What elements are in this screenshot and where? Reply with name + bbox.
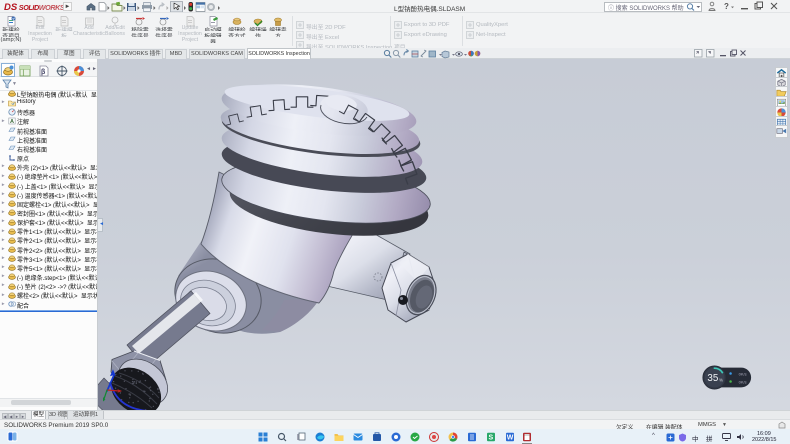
- svg-text:?: ?: [724, 2, 729, 11]
- svg-text:%: %: [719, 378, 723, 383]
- svg-text:A: A: [10, 119, 14, 125]
- svg-text:W: W: [507, 435, 514, 442]
- svg-text:0K/s: 0K/s: [739, 379, 747, 384]
- svg-text:S: S: [489, 435, 494, 442]
- svg-text:35: 35: [707, 373, 718, 384]
- svg-text:β: β: [41, 69, 46, 76]
- svg-text:0K/s: 0K/s: [739, 371, 747, 376]
